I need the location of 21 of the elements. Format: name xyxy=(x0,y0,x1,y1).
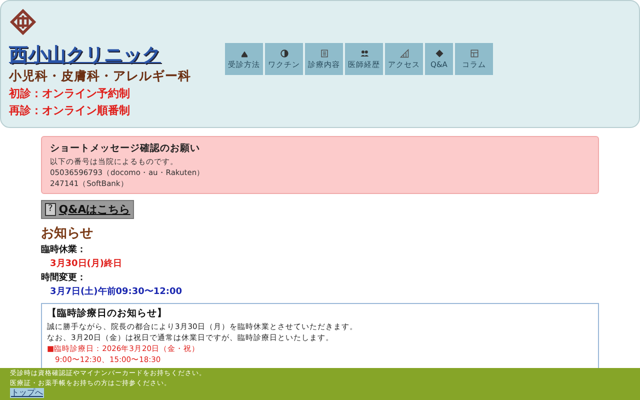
notice-title: 【臨時診療日のお知らせ】 xyxy=(47,307,168,321)
question-icon: ? xyxy=(45,203,56,216)
news-heading: お知らせ xyxy=(41,225,93,243)
clinic-name-link[interactable]: 西小山クリニック xyxy=(9,43,191,67)
chart-icon xyxy=(400,48,408,58)
top-link[interactable]: トップへ xyxy=(10,388,44,398)
shield-icon xyxy=(280,48,288,58)
departments-text: 小児科・皮膚科・アレルギー科 xyxy=(9,67,191,85)
news-label: 時間変更： xyxy=(41,271,86,285)
booking-text: 初診：オンライン予約制 xyxy=(9,86,131,102)
news-value: 3月7日(土)午前09:30〜12:00 xyxy=(49,285,182,299)
document-icon xyxy=(320,48,328,58)
panel-icon xyxy=(470,48,478,58)
news-value: 3月30日(月)終日 xyxy=(49,258,122,271)
news-label: 臨時休業： xyxy=(41,243,86,257)
qa-button[interactable]: ? Q&Aはこちら xyxy=(41,200,134,219)
booking-text: 再診：オンライン順番制 xyxy=(9,103,131,119)
sms-notice-title: ショートメッセージ確認のお願い xyxy=(50,142,201,156)
logo-icon xyxy=(9,9,37,35)
people-icon xyxy=(360,48,368,58)
diamond-icon xyxy=(434,49,444,58)
